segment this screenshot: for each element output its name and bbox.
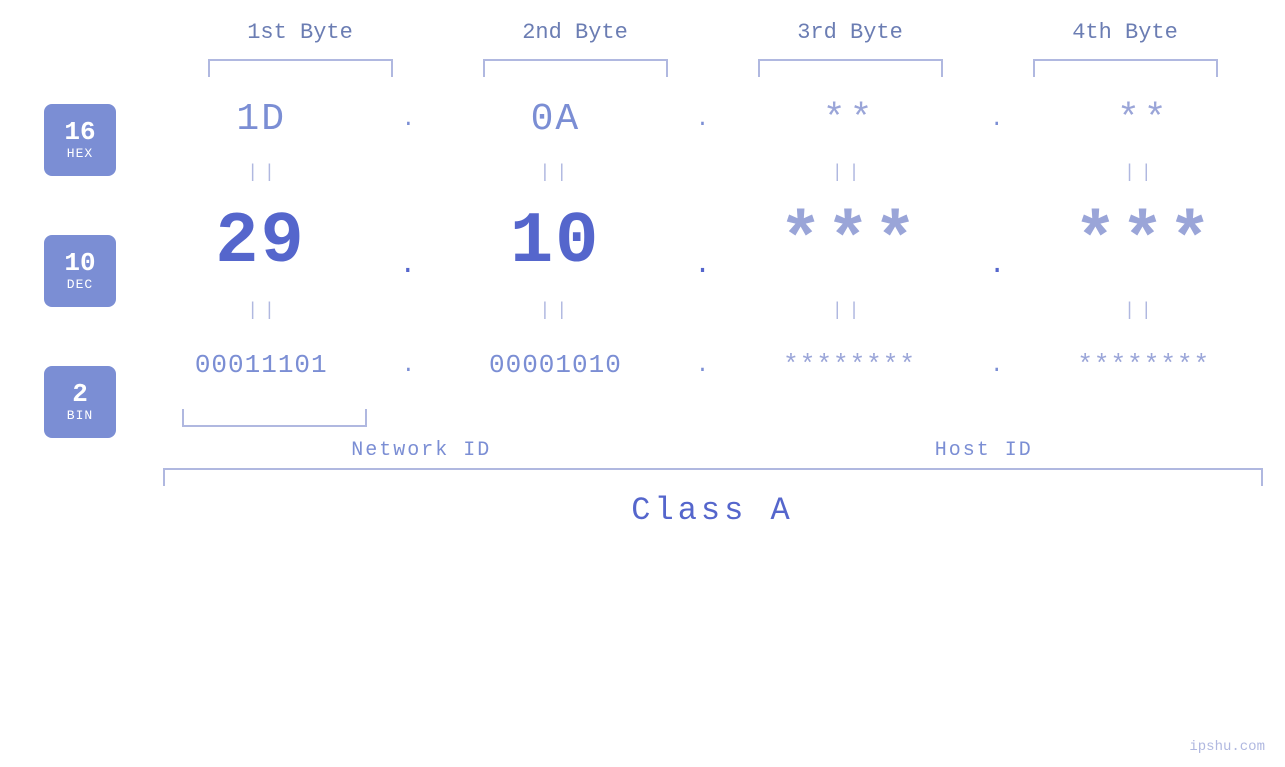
bracket-top-3 [758,59,943,77]
dot-bin-1: . [402,353,415,378]
bracket-top-2 [483,59,668,77]
rows-container: 1D . 0A . ** . ** || || [140,79,1265,462]
watermark: ipshu.com [1189,739,1265,755]
class-bracket [163,468,1263,486]
dec-b4: *** [1074,201,1216,283]
byte2-label: 2nd Byte [465,20,685,45]
class-label: Class A [163,492,1263,529]
dot-hex-3: . [990,107,1003,132]
bracket-top-4 [1033,59,1218,77]
dec-badge: 10 DEC [44,235,116,307]
hex-badge: 16 HEX [44,104,116,176]
dec-b1: 29 [215,201,305,283]
bin-b4: ******** [1077,350,1210,380]
byte1-label: 1st Byte [190,20,410,45]
hex-b3: ** [823,98,877,141]
byte3-label: 3rd Byte [740,20,960,45]
dot-bin-2: . [696,353,709,378]
dot-hex-1: . [402,107,415,132]
dot-dec-2: . [694,250,711,297]
dot-dec-1: . [399,250,416,297]
bracket-top-1 [208,59,393,77]
bin-badge: 2 BIN [44,366,116,438]
dot-hex-2: . [696,107,709,132]
page-container: 1st Byte 2nd Byte 3rd Byte 4th Byte 16 H… [0,0,1285,767]
dec-b2: 10 [510,201,600,283]
badges-column: 16 HEX 10 DEC 2 BIN [20,79,140,462]
dot-bin-3: . [990,353,1003,378]
hex-b4: ** [1117,98,1171,141]
dec-b3: *** [779,201,921,283]
network-id-label: Network ID [351,439,491,462]
host-id-label: Host ID [935,439,1033,462]
bin-b1: 00011101 [195,350,328,380]
hex-b1: 1D [236,98,286,141]
bracket-bottom-1 [182,409,367,427]
bin-b3: ******** [783,350,916,380]
byte4-label: 4th Byte [1015,20,1235,45]
bin-b2: 00001010 [489,350,622,380]
hex-b2: 0A [531,98,581,141]
content-wrapper: 16 HEX 10 DEC 2 BIN 1D . 0A [20,79,1265,462]
dot-dec-3: . [989,250,1006,297]
class-section: Class A [163,468,1263,529]
